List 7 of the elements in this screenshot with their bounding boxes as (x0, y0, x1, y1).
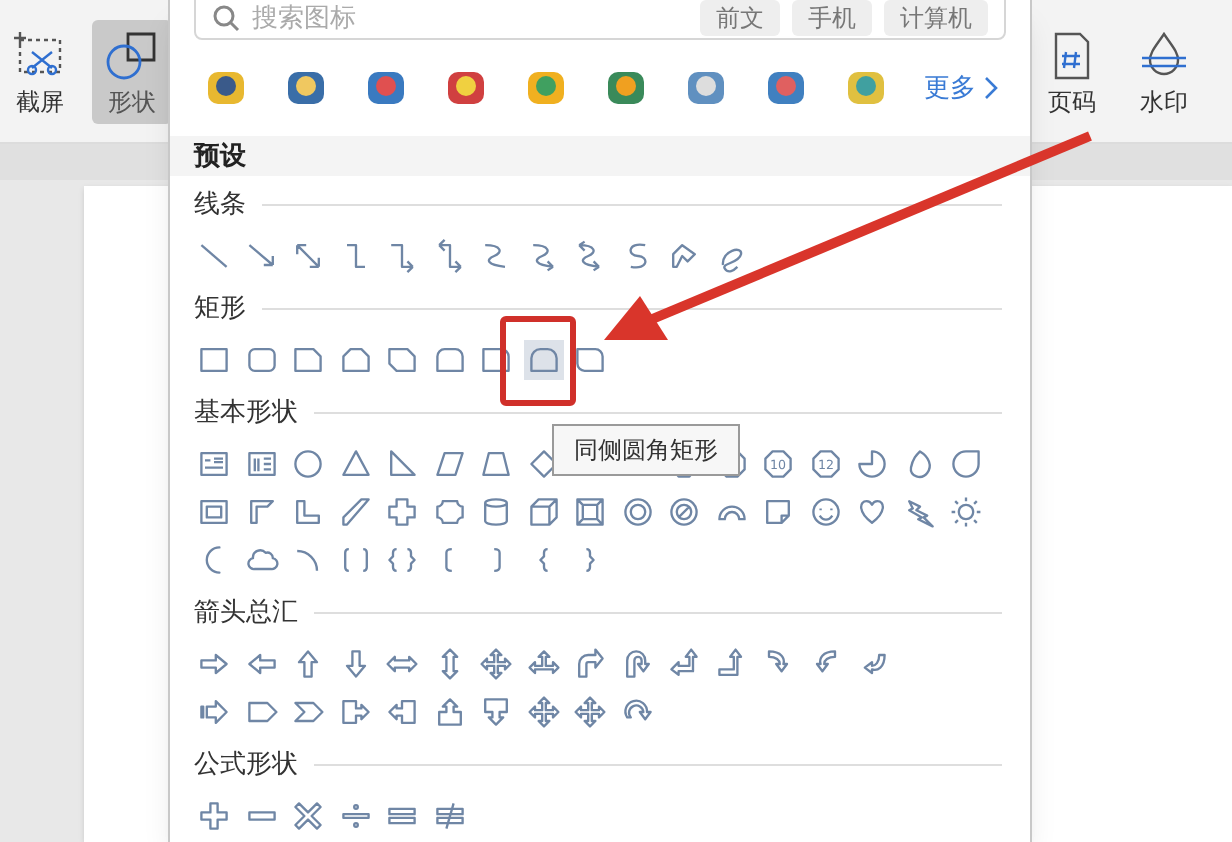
preset-header: 预设 (170, 136, 1030, 176)
section-title: 线条 (194, 186, 246, 223)
tooltip: 同侧圆角矩形 (552, 424, 740, 476)
section-title: 箭头总汇 (194, 594, 298, 631)
section-title: 基本形状 (194, 394, 298, 431)
section-title: 公式形状 (194, 746, 298, 783)
section-title: 矩形 (194, 290, 246, 327)
